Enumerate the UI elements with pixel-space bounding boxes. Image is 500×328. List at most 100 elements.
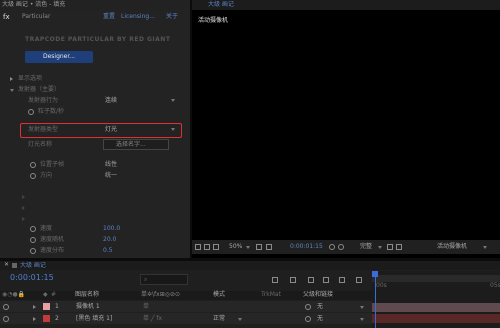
expand-arrow-icon[interactable] (22, 195, 25, 199)
comp-flow-icon[interactable] (272, 277, 278, 283)
pickwhip-icon[interactable] (305, 304, 311, 310)
viewer-tab[interactable]: 大级 画记 (208, 2, 234, 8)
av-switches-icon: ◉◔●🔒 (2, 291, 26, 298)
chevron-down-icon[interactable] (378, 246, 382, 249)
label-color-swatch[interactable] (43, 303, 50, 310)
mode-header[interactable]: 模式 (213, 292, 225, 298)
color-channel-icon[interactable] (338, 244, 344, 250)
expand-arrow-icon[interactable] (10, 77, 13, 81)
switch-icon[interactable]: 单 ╱ fx (143, 316, 162, 322)
quality-select[interactable]: 完整 (360, 244, 372, 250)
prop-label-light-names: 灯光名称 (28, 141, 53, 148)
layer-bar[interactable] (372, 314, 500, 323)
layer-name[interactable]: 摄像机 1 (76, 304, 100, 310)
timeline-tab[interactable]: 大级 画记 (20, 263, 46, 269)
snapshot-icon[interactable] (329, 244, 335, 250)
stopwatch-icon[interactable] (30, 162, 36, 168)
label-color-swatch[interactable] (43, 315, 50, 322)
viewer-timecode[interactable]: 0:00:01:15 (290, 244, 323, 250)
expand-arrow-icon[interactable] (33, 305, 36, 309)
prop-value-behavior[interactable]: 连续 (105, 98, 117, 104)
switch-icon[interactable]: 单 (143, 304, 149, 310)
stopwatch-icon[interactable] (30, 248, 36, 254)
frame-blend-icon[interactable] (323, 277, 329, 283)
plugin-banner: TRAPCODE PARTICULAR BY RED GIANT (25, 36, 171, 43)
mode-select[interactable]: 正常 (213, 316, 225, 322)
transparency-grid-icon[interactable] (396, 244, 402, 250)
prop-value-emitter-type[interactable]: 灯光 (105, 127, 117, 133)
composition-viewer[interactable]: 大级 画记 活动摄像机 50% 0:00:01:15 完整 活动摄像机 (192, 0, 500, 258)
graph-editor-icon[interactable] (356, 277, 362, 283)
grid-icon[interactable] (204, 244, 210, 250)
timeline-timecode[interactable]: 0:00:01:15 (10, 274, 54, 282)
work-area-bar[interactable] (372, 275, 500, 282)
group-display[interactable]: 显示选项 (18, 76, 42, 82)
about-link[interactable]: 关于 (166, 14, 178, 20)
parent-select[interactable]: 无 (317, 304, 323, 310)
playhead-handle[interactable] (372, 271, 378, 277)
layer-search-input[interactable]: ⌕ (140, 274, 188, 285)
breadcrumb[interactable]: 大级 画记 • 流色 - 填充 (2, 2, 65, 8)
expand-arrow-icon[interactable] (22, 217, 25, 221)
prop-value-velocity-random[interactable]: 20.0 (103, 237, 116, 243)
eye-icon[interactable] (3, 316, 9, 322)
pickwhip-icon[interactable] (305, 316, 311, 322)
designer-button[interactable]: Designer... (25, 51, 93, 63)
view-select[interactable]: 活动摄像机 (437, 244, 467, 250)
time-ruler-area[interactable]: :00s 05s (372, 271, 500, 328)
expand-arrow-icon[interactable] (33, 317, 36, 321)
close-icon[interactable]: ✕ (4, 262, 9, 268)
fx-icon[interactable]: fx (3, 13, 15, 21)
table-row[interactable]: 2 [黑色 填充 1] 单 ╱ fx 正常 无 (0, 313, 372, 324)
layer-number: 2 (55, 315, 59, 322)
chevron-down-icon[interactable] (246, 246, 250, 249)
layer-header-row: ◉◔●🔒 ◆ # 图层名称 单✲\fx⊞◎⊘⊙ 模式 TrkMat 父级和链接 (0, 291, 372, 300)
menu-icon[interactable] (12, 263, 17, 268)
chevron-down-icon[interactable] (360, 318, 364, 321)
collapse-arrow-icon[interactable] (10, 89, 14, 92)
playhead[interactable] (375, 271, 376, 328)
table-row[interactable]: 1 摄像机 1 单 无 (0, 301, 372, 312)
eye-icon[interactable] (3, 304, 9, 310)
source-name-header[interactable]: 图层名称 (75, 292, 99, 298)
safe-zone-icon[interactable] (266, 244, 272, 250)
roi-icon[interactable] (387, 244, 393, 250)
stopwatch-icon[interactable] (30, 226, 36, 232)
stopwatch-icon[interactable] (30, 173, 36, 179)
chevron-down-icon[interactable] (238, 318, 242, 321)
timeline-panel: ✕ 大级 画记 0:00:01:15 ⌕ ◉◔●🔒 ◆ # 图层名称 单✲\fx… (0, 261, 500, 328)
trkmat-header[interactable]: TrkMat (261, 292, 281, 298)
dropdown-arrow-icon[interactable] (171, 99, 175, 102)
prop-value-velocity-distribution[interactable]: 0.5 (103, 248, 113, 254)
prop-value-velocity[interactable]: 100.0 (103, 226, 120, 232)
licensing-link[interactable]: Licensing... (121, 14, 155, 20)
stopwatch-icon[interactable] (30, 237, 36, 243)
prop-value-subframe[interactable]: 线性 (105, 162, 117, 168)
light-names-button[interactable]: 选择名字... (103, 139, 169, 150)
region-icon[interactable] (195, 244, 201, 250)
prop-label-velocity-random: 速度随机 (40, 236, 65, 243)
expand-arrow-icon[interactable] (22, 206, 25, 210)
search-icon: ⌕ (144, 276, 148, 283)
chevron-down-icon[interactable] (483, 246, 487, 249)
ruler-mark: 05s (490, 282, 500, 289)
group-emitter[interactable]: 发射器（主要） (18, 87, 60, 93)
mask-icon[interactable] (213, 244, 219, 250)
prop-value-direction[interactable]: 统一 (105, 173, 117, 179)
parent-select[interactable]: 无 (317, 316, 323, 322)
effect-title: Particular (22, 13, 51, 20)
parent-header[interactable]: 父级和链接 (303, 292, 333, 298)
shy-icon[interactable] (308, 277, 314, 283)
active-camera-label: 活动摄像机 (198, 17, 229, 24)
layer-name[interactable]: [黑色 填充 1] (76, 316, 112, 322)
dropdown-arrow-icon[interactable] (171, 128, 175, 131)
stopwatch-icon[interactable] (28, 109, 34, 115)
chevron-down-icon[interactable] (360, 306, 364, 309)
zoom-select[interactable]: 50% (229, 244, 242, 250)
num-column: # (51, 291, 57, 298)
fit-icon[interactable] (256, 244, 262, 250)
motion-blur-icon[interactable] (339, 277, 345, 283)
layer-bar[interactable] (372, 303, 500, 312)
reset-link[interactable]: 重置 (103, 14, 115, 20)
draft-3d-icon[interactable] (290, 277, 296, 283)
